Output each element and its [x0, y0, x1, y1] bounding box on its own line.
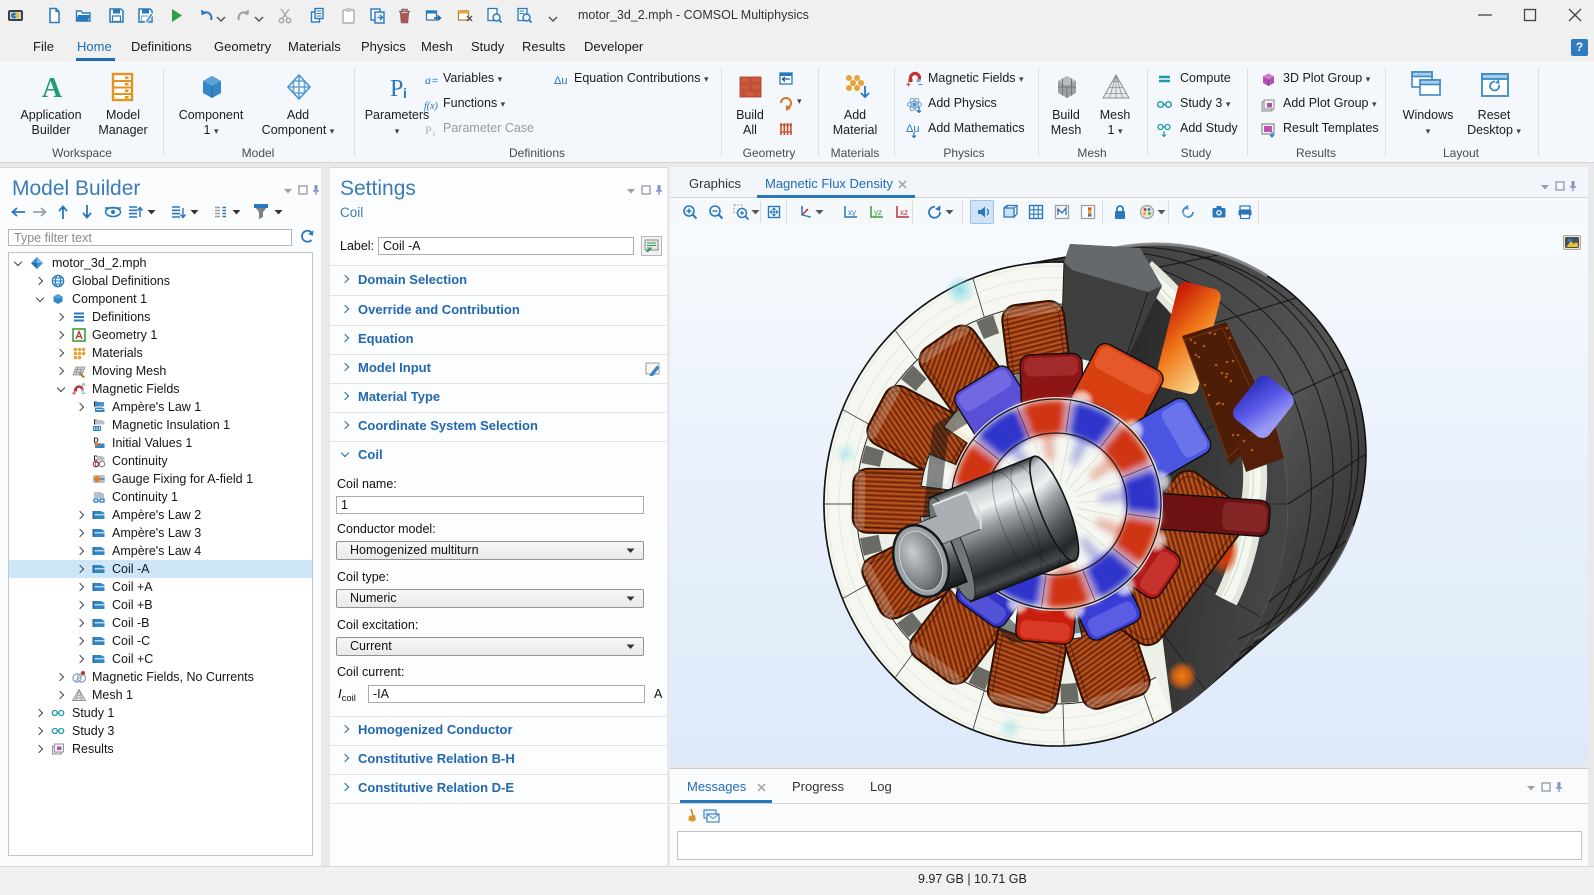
svg-text:A: A — [42, 73, 63, 102]
svg-text:i: i — [433, 129, 435, 138]
svg-text:+: + — [72, 391, 76, 397]
svg-text:−: − — [82, 391, 86, 397]
svg-text:−: − — [918, 80, 923, 88]
svg-text:+: + — [906, 80, 911, 88]
svg-text:P: P — [390, 76, 403, 102]
svg-text:xz: xz — [900, 208, 908, 217]
svg-text:f(x): f(x) — [424, 101, 439, 112]
svg-text:Δu: Δu — [906, 123, 919, 135]
svg-text:xy: xy — [848, 208, 856, 217]
svg-text:yz: yz — [874, 208, 882, 217]
svg-text:=: = — [432, 76, 438, 87]
svg-text:D: D — [95, 463, 100, 469]
svg-text:P: P — [425, 123, 432, 137]
svg-text:a: a — [425, 73, 431, 87]
svg-text:i: i — [403, 85, 407, 101]
svg-text:Δu: Δu — [554, 75, 567, 87]
